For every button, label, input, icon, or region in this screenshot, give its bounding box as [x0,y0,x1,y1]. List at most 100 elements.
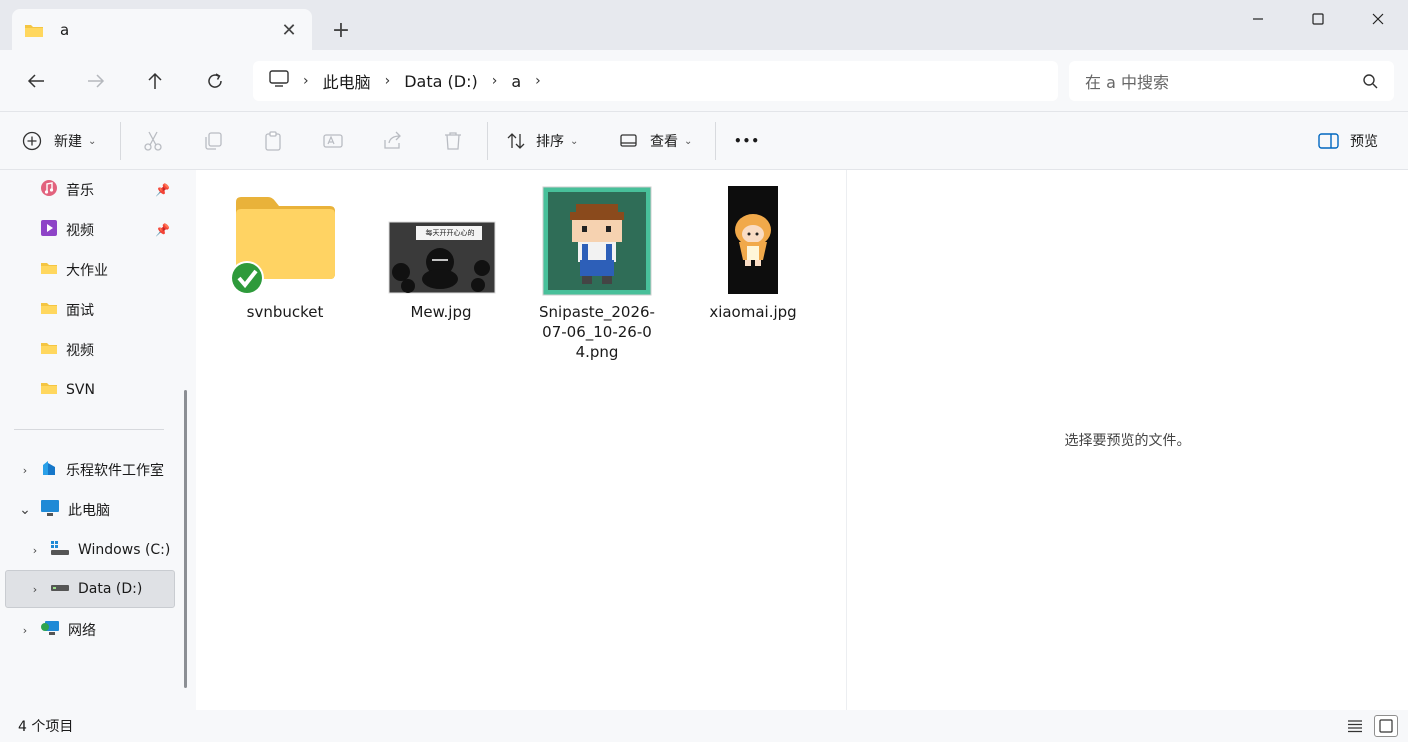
image-thumbnail [542,186,652,296]
file-item-xiaomai[interactable]: xiaomai.jpg [693,186,813,322]
collapse-chevron-icon[interactable]: ⌄ [18,502,32,518]
view-button[interactable]: 查看 ⌄ [620,126,692,156]
tab-a[interactable]: a ✕ [12,9,312,51]
windows-drive-icon [50,540,70,560]
breadcrumb-this-pc[interactable]: 此电脑 [323,69,371,93]
sidebar-divider [14,429,164,430]
image-thumbnail [727,186,779,294]
refresh-icon [208,73,222,88]
chevron-down-icon: ⌄ [570,135,579,147]
expand-chevron-icon[interactable]: › [28,583,42,596]
copy-button[interactable] [202,126,224,156]
sidebar-item-folder[interactable]: 面试 [0,291,182,329]
preview-message: 选择要预览的文件。 [1064,433,1191,449]
video-icon [40,219,58,241]
search-placeholder: 在 a 中搜索 [1085,73,1169,92]
back-button[interactable] [20,66,52,96]
more-options-button[interactable]: ••• [734,126,760,156]
rename-icon [323,134,343,148]
item-count: 4 个项目 [18,719,74,735]
file-item-snipaste[interactable]: Snipaste_2026-07-06_10-26-04.png [537,186,657,362]
details-view-button[interactable] [1343,715,1367,737]
file-name: Mew.jpg [410,303,472,321]
new-tab-button[interactable]: + [328,18,354,44]
image-thumbnail: 每天开开心心的 [386,194,496,294]
tiles-view-button[interactable] [1374,715,1398,737]
share-button[interactable] [382,126,404,156]
sidebar-item-label: Windows (C:) [78,542,171,558]
sort-button[interactable]: 排序 ⌄ [506,126,578,156]
file-name: Snipaste_2026-07-06_10-26-04.png [539,303,655,361]
file-list: svnbucket 每天开开心心的 Mew.jpg Snipaste_2026-… [196,170,846,710]
preview-pane-icon [1318,133,1339,149]
computer-icon [269,70,289,92]
file-name: xiaomai.jpg [709,303,797,321]
sidebar-item-folder[interactable]: 大作业 [0,251,182,289]
breadcrumb-chevron-icon[interactable]: › [535,73,541,89]
breadcrumb-chevron-icon[interactable]: › [385,73,391,89]
minimize-button[interactable] [1228,0,1288,38]
search-input[interactable]: 在 a 中搜索 [1069,61,1394,101]
chevron-down-icon: ⌄ [88,135,97,147]
title-bar: a ✕ + [0,0,1408,51]
sidebar-item-videos[interactable]: 视频 📌 [0,211,182,249]
expand-chevron-icon[interactable]: › [18,464,32,477]
sidebar-item-folder[interactable]: 视频 [0,331,182,369]
copy-icon [205,132,222,150]
tab-close-button[interactable]: ✕ [278,20,300,41]
sidebar-item-onedrive[interactable]: › 乐程软件工作室 [0,451,182,489]
preview-pane-button[interactable]: 预览 [1318,126,1378,156]
scissors-icon [144,131,162,151]
expand-chevron-icon[interactable]: › [18,624,32,637]
breadcrumb-chevron-icon[interactable]: › [492,73,498,89]
refresh-button[interactable] [199,66,231,96]
address-bar[interactable]: › 此电脑 › Data (D:) › a › [253,61,1058,101]
view-icon [620,134,637,147]
close-window-button[interactable] [1348,0,1408,38]
sidebar-item-this-pc[interactable]: ⌄ 此电脑 [0,491,182,529]
sidebar-item-label: 乐程软件工作室 [66,463,164,479]
computer-icon [40,499,60,521]
up-button[interactable] [139,66,171,96]
maximize-button[interactable] [1288,0,1348,38]
cloud-folder-icon [40,459,58,481]
sidebar-item-data-d[interactable]: › Data (D:) [5,570,175,608]
paste-button[interactable] [262,126,284,156]
navigation-pane: 音乐 📌 视频 📌 大作业 面试 视频 SVN › 乐程软件工作室 ⌄ 此电脑 [0,170,196,710]
breadcrumb-chevron-icon[interactable]: › [303,73,309,89]
breadcrumb-a[interactable]: a [511,72,521,91]
tiles-view-icon [1379,719,1393,733]
chevron-down-icon: ⌄ [684,135,693,147]
sidebar-item-windows-c[interactable]: › Windows (C:) [10,531,182,569]
folder-icon [230,194,340,295]
file-item-svnbucket[interactable]: svnbucket [225,194,345,322]
file-item-mew[interactable]: 每天开开心心的 Mew.jpg [381,194,501,322]
search-icon [1363,74,1378,89]
file-name: svnbucket [246,303,324,321]
sidebar-item-label: 面试 [66,303,94,319]
sort-icon [507,133,525,149]
sidebar-item-label: 此电脑 [68,503,110,519]
sidebar-item-music[interactable]: 音乐 📌 [0,171,182,209]
rename-button[interactable] [322,126,344,156]
folder-icon [40,380,58,400]
breadcrumb-data-d[interactable]: Data (D:) [404,72,477,91]
list-view-icon [1348,720,1362,733]
arrow-right-icon [88,74,105,88]
expand-chevron-icon[interactable]: › [28,544,42,557]
tab-title: a [60,21,70,39]
sidebar-item-network[interactable]: › 网络 [0,611,182,649]
sidebar-scrollbar[interactable] [184,390,187,688]
view-label: 查看 [650,134,678,150]
sidebar-item-label: SVN [66,382,95,398]
folder-icon [40,300,58,320]
status-bar: 4 个项目 [0,710,1408,742]
sidebar-item-svn[interactable]: SVN [0,371,182,409]
share-icon [384,131,401,149]
pin-icon: 📌 [155,183,170,197]
cut-button[interactable] [142,126,164,156]
new-button[interactable]: 新建 ⌄ [22,126,96,156]
sidebar-item-label: Data (D:) [78,581,143,597]
forward-button[interactable] [80,66,112,96]
delete-button[interactable] [442,126,464,156]
